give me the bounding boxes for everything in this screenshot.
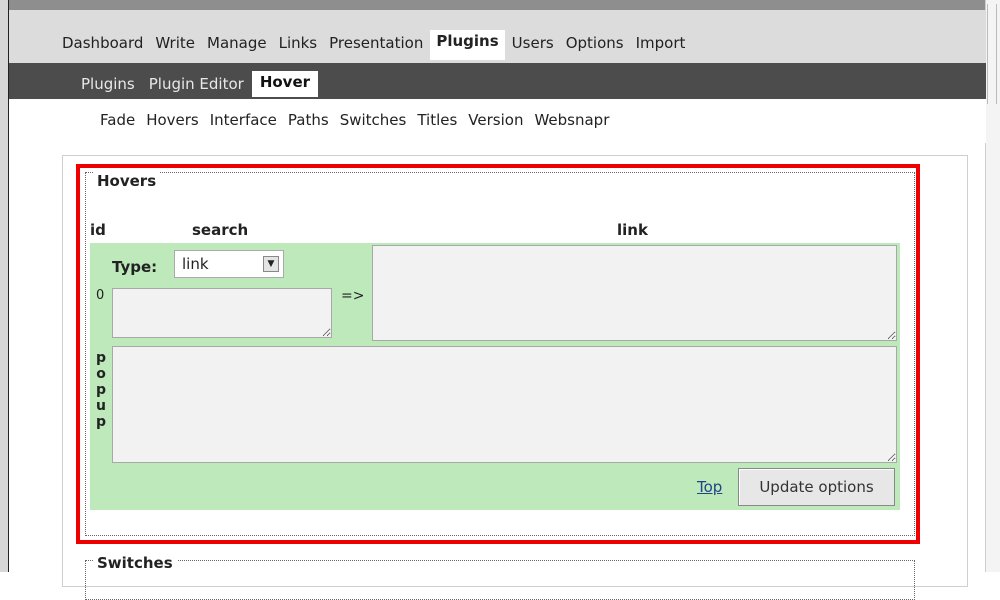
section-item-hovers[interactable]: Hovers <box>141 109 204 131</box>
section-item-version[interactable]: Version <box>463 109 528 131</box>
main-menu-item-presentation[interactable]: Presentation <box>324 32 428 60</box>
vertical-scrollbar[interactable] <box>985 0 1000 572</box>
submenu-item-hover[interactable]: Hover <box>251 71 319 97</box>
plugin-section-menu: Fade Hovers Interface Paths Switches Tit… <box>9 99 986 143</box>
main-menu-item-links[interactable]: Links <box>274 32 323 60</box>
section-item-interface[interactable]: Interface <box>205 109 282 131</box>
switches-fieldset <box>85 560 915 600</box>
main-menu-item-manage[interactable]: Manage <box>202 32 272 60</box>
section-item-titles[interactable]: Titles <box>412 109 462 131</box>
section-item-fade[interactable]: Fade <box>95 109 140 131</box>
window-top-strip <box>9 0 986 10</box>
submenu-item-plugins[interactable]: Plugins <box>75 73 141 97</box>
main-menu-item-users[interactable]: Users <box>507 32 559 60</box>
scrollbar-thumb[interactable] <box>987 4 997 104</box>
main-menu-item-write[interactable]: Write <box>150 32 200 60</box>
main-menu-item-plugins[interactable]: Plugins <box>430 30 505 60</box>
main-menu-item-import[interactable]: Import <box>631 32 691 60</box>
main-menu: Dashboard Write Manage Links Presentatio… <box>9 10 986 64</box>
window-left-edge <box>0 0 9 572</box>
section-item-switches[interactable]: Switches <box>335 109 412 131</box>
main-menu-item-options[interactable]: Options <box>561 32 629 60</box>
highlight-frame <box>76 164 920 544</box>
main-menu-item-dashboard[interactable]: Dashboard <box>57 32 148 60</box>
section-item-paths[interactable]: Paths <box>283 109 334 131</box>
submenu-item-plugin-editor[interactable]: Plugin Editor <box>143 73 250 97</box>
switches-legend: Switches <box>93 554 177 572</box>
submenu: Plugins Plugin Editor Hover <box>9 63 986 99</box>
section-item-websnapr[interactable]: Websnapr <box>529 109 614 131</box>
